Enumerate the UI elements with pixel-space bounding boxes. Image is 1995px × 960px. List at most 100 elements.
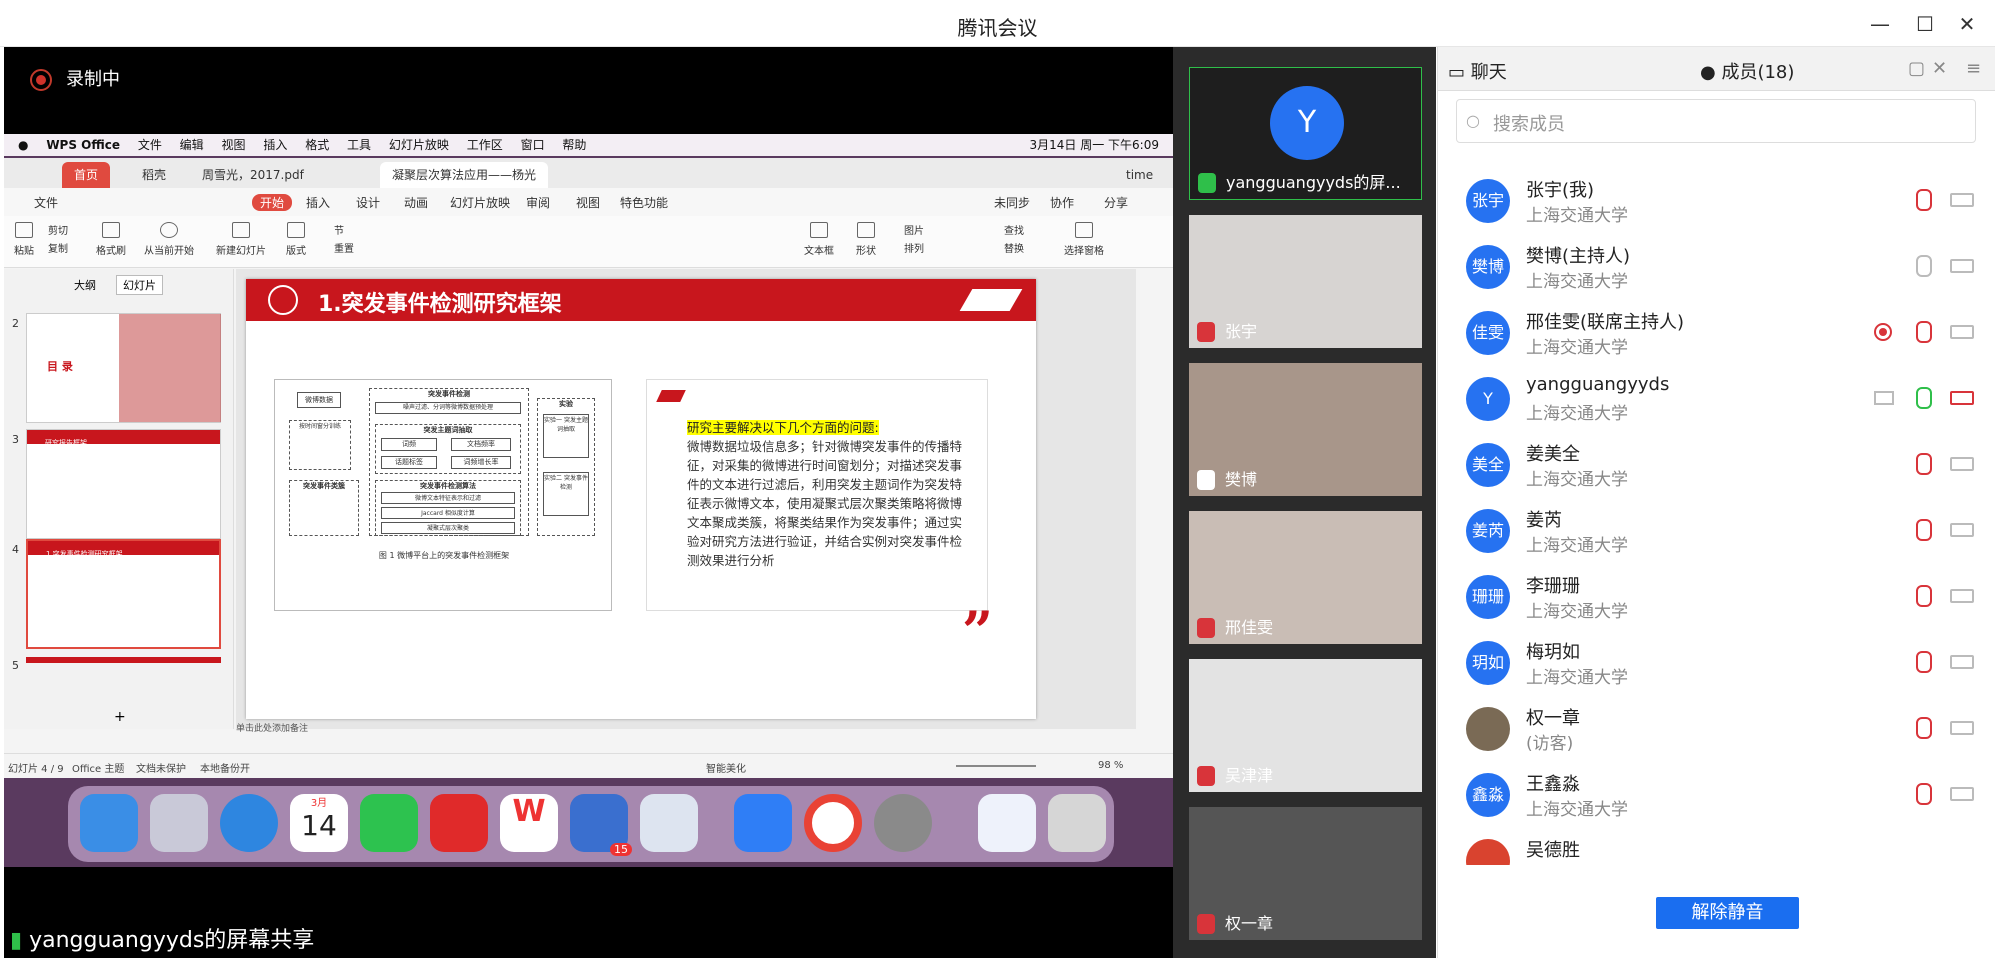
- paste-button[interactable]: 粘贴: [14, 222, 34, 257]
- mic-muted-icon[interactable]: [1916, 453, 1932, 475]
- camera-off-icon[interactable]: [1950, 787, 1974, 801]
- document-icon[interactable]: [978, 794, 1036, 852]
- camera-off-icon[interactable]: [1950, 325, 1974, 339]
- menu-start[interactable]: 开始: [252, 194, 293, 211]
- member-row[interactable]: 权一章 (访客): [1438, 695, 1995, 761]
- replace-button[interactable]: 替换: [1004, 240, 1024, 255]
- add-slide-icon[interactable]: +: [114, 709, 126, 725]
- safari-icon[interactable]: [220, 794, 278, 852]
- menu-slideshow[interactable]: 幻灯片放映: [450, 194, 510, 211]
- format-painter-button[interactable]: 格式刷: [96, 222, 126, 257]
- search-input[interactable]: 搜索成员: [1456, 99, 1976, 143]
- camera-off-icon[interactable]: [1950, 193, 1974, 207]
- tab-pdf[interactable]: 周雪光，2017.pdf: [190, 162, 316, 188]
- popout-icon[interactable]: ▢: [1908, 58, 1925, 79]
- member-row[interactable]: 美全 姜美全 上海交通大学: [1438, 431, 1995, 497]
- menu-view[interactable]: 视图: [576, 194, 600, 211]
- shape-button[interactable]: 形状: [856, 222, 876, 257]
- menu-animation[interactable]: 动画: [404, 194, 428, 211]
- find-button[interactable]: 查找: [1004, 222, 1024, 237]
- mic-muted-icon[interactable]: [1916, 651, 1932, 673]
- zoom-slider[interactable]: [956, 765, 1036, 767]
- video-tile[interactable]: 权一章: [1189, 807, 1422, 940]
- member-row[interactable]: 鑫淼 王鑫淼 上海交通大学: [1438, 761, 1995, 827]
- current-slide[interactable]: 1.突发事件检测研究框架 微博数据 按时间窗分训练 突发事件检测 噪声过滤、分词…: [246, 279, 1036, 719]
- camera-off-icon[interactable]: [1950, 259, 1974, 273]
- arrange-button[interactable]: 排列: [904, 240, 924, 255]
- image-button[interactable]: 图片: [904, 222, 924, 237]
- apps-grid-icon[interactable]: 15: [570, 794, 632, 856]
- close-panel-icon[interactable]: ✕: [1932, 58, 1947, 79]
- tab-home[interactable]: 首页: [62, 162, 111, 188]
- reset-button[interactable]: 重置: [334, 240, 354, 255]
- member-row[interactable]: 珊珊 李珊珊 上海交通大学: [1438, 563, 1995, 629]
- slide-thumb[interactable]: 研究报告框架: [26, 429, 221, 539]
- netease-music-icon[interactable]: [430, 794, 488, 852]
- member-row[interactable]: 佳雯 邢佳雯(联席主持人) 上海交通大学: [1438, 299, 1995, 365]
- section-button[interactable]: 节: [334, 222, 344, 237]
- layout-button[interactable]: 版式: [286, 222, 306, 257]
- protect-indicator[interactable]: 文档未保护: [136, 760, 186, 775]
- menu-unsynced[interactable]: 未同步: [994, 194, 1030, 211]
- menu-design[interactable]: 设计: [356, 194, 380, 211]
- finder-icon[interactable]: [80, 794, 138, 852]
- unmute-all-button[interactable]: 解除静音: [1656, 897, 1799, 929]
- zoom-level[interactable]: 98 %: [1098, 760, 1123, 771]
- camera-off-icon[interactable]: [1950, 457, 1974, 471]
- cut-button[interactable]: 剪切: [48, 222, 68, 237]
- tab-members[interactable]: ● 成员(18): [1700, 58, 1794, 84]
- video-tile[interactable]: 邢佳雯: [1189, 511, 1422, 644]
- menu-share[interactable]: 分享: [1104, 194, 1128, 211]
- wechat-icon[interactable]: [360, 794, 418, 852]
- select-pane-button[interactable]: 选择窗格: [1064, 222, 1104, 257]
- slides-tab[interactable]: 幻灯片: [116, 275, 163, 295]
- mic-icon[interactable]: [1916, 387, 1932, 409]
- member-row[interactable]: 姜芮 姜芮 上海交通大学: [1438, 497, 1995, 563]
- maximize-icon[interactable]: ☐: [1910, 10, 1940, 38]
- new-slide-button[interactable]: 新建幻灯片: [216, 222, 266, 257]
- video-tile[interactable]: 吴津津: [1189, 659, 1422, 792]
- menu-icon[interactable]: ≡: [1966, 58, 1981, 79]
- mic-muted-icon[interactable]: [1916, 321, 1932, 343]
- camera-off-icon[interactable]: [1950, 655, 1974, 669]
- video-tile[interactable]: 樊博: [1189, 363, 1422, 496]
- camera-off-icon[interactable]: [1950, 721, 1974, 735]
- mic-muted-icon[interactable]: [1916, 519, 1932, 541]
- wps-icon[interactable]: W: [500, 794, 558, 852]
- member-row[interactable]: 玥如 梅玥如 上海交通大学: [1438, 629, 1995, 695]
- slide-thumb[interactable]: [26, 657, 221, 663]
- beautify-button[interactable]: 智能美化: [706, 760, 746, 775]
- tab-presentation[interactable]: 凝聚层次算法应用——杨光: [380, 162, 549, 188]
- notes-placeholder[interactable]: 单击此处添加备注: [236, 721, 308, 734]
- minimize-icon[interactable]: —: [1865, 10, 1895, 38]
- chrome-icon[interactable]: [804, 794, 862, 852]
- mic-muted-icon[interactable]: [1916, 717, 1932, 739]
- calendar-icon[interactable]: 3月 14: [290, 794, 348, 852]
- backup-indicator[interactable]: 本地备份开: [200, 760, 250, 775]
- menu-features[interactable]: 特色功能: [620, 194, 668, 211]
- member-row[interactable]: 吴德胜: [1438, 827, 1995, 865]
- copy-button[interactable]: 复制: [48, 240, 68, 255]
- play-from-current-button[interactable]: 从当前开始: [144, 222, 194, 257]
- tab-chat[interactable]: ▭ 聊天: [1448, 58, 1507, 84]
- wps-user[interactable]: time: [1114, 162, 1165, 188]
- close-icon[interactable]: ✕: [1952, 10, 1982, 38]
- menu-review[interactable]: 审阅: [526, 194, 550, 211]
- system-preferences-icon[interactable]: [874, 794, 932, 852]
- video-tile[interactable]: 张宇: [1189, 215, 1422, 348]
- tencent-meeting-icon[interactable]: [734, 794, 792, 852]
- outline-tab[interactable]: 大纲: [74, 277, 96, 293]
- launchpad-icon[interactable]: [150, 794, 208, 852]
- video-tile[interactable]: Y yangguangyyds的屏...: [1189, 67, 1422, 200]
- mic-muted-icon[interactable]: [1916, 585, 1932, 607]
- tab-docer[interactable]: 稻壳: [130, 162, 178, 188]
- member-row[interactable]: 张宇 张宇(我) 上海交通大学: [1438, 167, 1995, 233]
- trash-icon[interactable]: [1048, 794, 1106, 852]
- slide-thumb-active[interactable]: 1.突发事件检测研究框架: [26, 539, 221, 649]
- camera-off-icon[interactable]: [1950, 523, 1974, 537]
- menu-collab[interactable]: 协作: [1050, 194, 1074, 211]
- slide-thumb[interactable]: 目 录: [26, 313, 221, 423]
- mic-muted-icon[interactable]: [1916, 783, 1932, 805]
- blank-app-icon[interactable]: [640, 794, 698, 852]
- mic-icon[interactable]: [1916, 255, 1932, 277]
